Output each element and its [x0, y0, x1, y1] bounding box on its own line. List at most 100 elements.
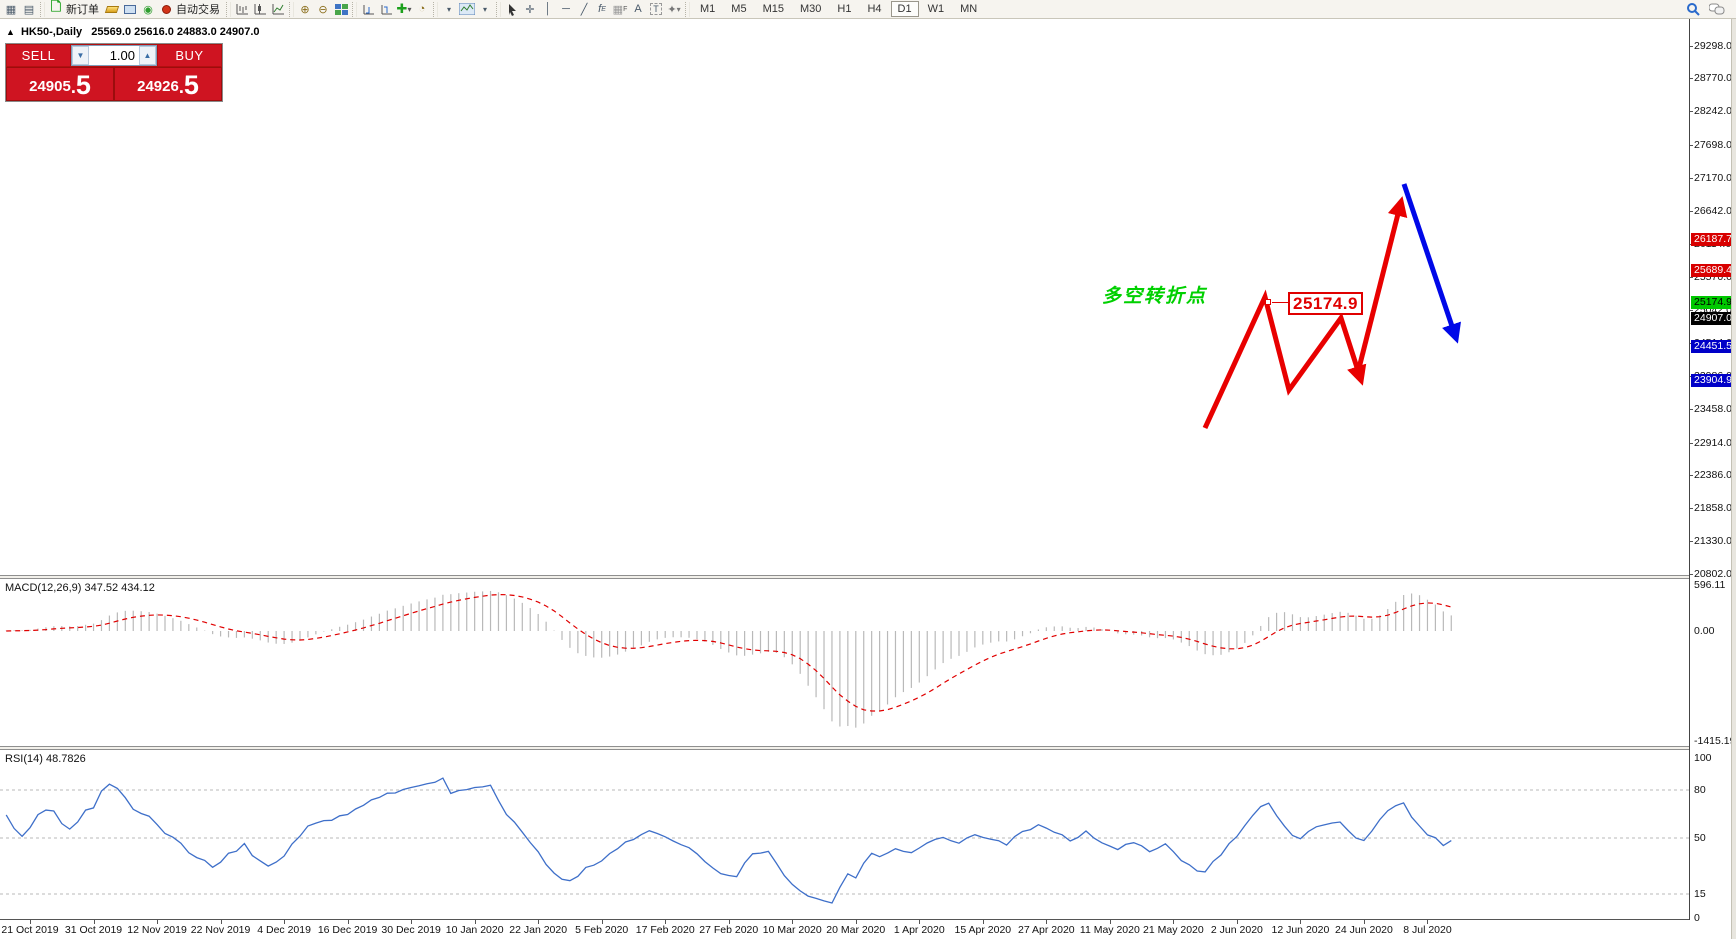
candle — [1083, 334, 1090, 350]
rsi-panel[interactable] — [0, 750, 1690, 919]
trendline-tool-icon[interactable]: ╱ — [575, 1, 593, 17]
terminal-icon[interactable] — [121, 1, 139, 17]
autotrade-button[interactable]: 自动交易 — [176, 1, 220, 17]
clock-icon[interactable]: ◔ — [413, 1, 431, 17]
candle — [201, 213, 208, 219]
candle — [416, 107, 423, 115]
zoom-in-icon[interactable]: ⊕ — [296, 1, 314, 17]
add-indicator-icon[interactable]: ✚ ▾ — [395, 1, 413, 17]
fibonacci-tool-icon[interactable]: fE — [593, 1, 611, 17]
candle — [749, 212, 756, 227]
new-chart-icon[interactable]: ▦ — [2, 1, 20, 17]
date-label: 10 Mar 2020 — [762, 924, 822, 936]
template-dropdown-icon[interactable]: ▾ — [476, 1, 494, 17]
timeframe-button-M5[interactable]: M5 — [724, 1, 753, 17]
profiles-icon[interactable]: ▤ — [20, 1, 38, 17]
timeframe-button-M30[interactable]: M30 — [793, 1, 828, 17]
candle — [574, 219, 581, 227]
price-axis[interactable]: 29298.0 28770.0 28242.0 27698.0 27170.0 26642… — [1690, 19, 1736, 924]
price-tick-label: 21330.0 — [1694, 535, 1732, 548]
timeframe-button-W1[interactable]: W1 — [921, 1, 952, 17]
search-icon[interactable] — [1684, 1, 1702, 17]
green-support-bar[interactable] — [1372, 296, 1497, 307]
window-scrollbar-strip[interactable] — [1731, 19, 1736, 939]
candle — [979, 346, 986, 355]
candle — [185, 194, 192, 208]
price-tickmark — [1690, 442, 1693, 444]
price-callout-box[interactable]: 25174.9 — [1288, 292, 1363, 315]
chat-icon[interactable] — [1708, 1, 1726, 17]
timeframe-button-D1[interactable]: D1 — [890, 1, 919, 17]
candle — [1225, 395, 1232, 416]
candle — [844, 439, 851, 475]
rsi-tick-label: 50 — [1694, 832, 1706, 844]
volume-increase-button[interactable]: ▲ — [139, 46, 156, 65]
indicators-dropdown-icon[interactable]: ▾ — [440, 1, 458, 17]
sell-price-main: 24905 — [29, 78, 71, 95]
candle — [884, 399, 891, 414]
macd-panel[interactable] — [0, 579, 1690, 746]
price-tickmark — [1690, 508, 1693, 510]
macd-tick-label: 596.11 — [1694, 578, 1726, 591]
date-label: 2 Jun 2020 — [1210, 924, 1263, 936]
timeframe-button-H4[interactable]: H4 — [860, 1, 888, 17]
candle — [1154, 375, 1161, 382]
buy-price-frac: 5 — [183, 70, 199, 100]
turning-point-annotation[interactable]: 多空转折点 — [1102, 281, 1207, 308]
zoom-out-icon[interactable]: ⊖ — [314, 1, 332, 17]
timeframe-button-H1[interactable]: H1 — [830, 1, 858, 17]
candle — [1210, 424, 1217, 441]
rsi-tick-label: 15 — [1694, 888, 1706, 900]
hline-tool-icon[interactable]: ─ — [557, 1, 575, 17]
timeframe-button-M1[interactable]: M1 — [693, 1, 722, 17]
line-chart-icon[interactable] — [269, 1, 287, 17]
date-label: 20 Mar 2020 — [826, 924, 886, 936]
candle — [1424, 268, 1431, 298]
volume-input[interactable]: 1.00 — [89, 46, 139, 65]
candle — [781, 234, 788, 273]
grid-tool-icon[interactable]: ▦ F — [611, 1, 629, 17]
template-icon[interactable] — [458, 1, 476, 17]
timeframe-button-MN[interactable]: MN — [953, 1, 984, 17]
volume-decrease-button[interactable]: ▼ — [72, 46, 89, 65]
candlestick-icon[interactable] — [251, 1, 269, 17]
vline-tool-icon[interactable]: │ — [539, 1, 557, 17]
candle — [1321, 315, 1328, 323]
panel-splitter-macd[interactable] — [0, 575, 1690, 579]
panel-splitter-rsi[interactable] — [0, 746, 1690, 750]
price-tickmark — [1690, 45, 1693, 47]
candle — [265, 231, 272, 242]
sell-button[interactable]: SELL — [7, 45, 70, 66]
candle — [852, 439, 859, 472]
candle — [519, 94, 526, 109]
bar-chart-icon[interactable] — [233, 1, 251, 17]
text-tool-icon[interactable]: A — [629, 1, 647, 17]
autotrade-icon[interactable] — [157, 1, 175, 17]
candle — [940, 352, 947, 361]
new-order-icon[interactable]: 🗋 — [47, 0, 65, 17]
crosshair-icon[interactable]: ✛ — [521, 1, 539, 17]
price-tick-label: 22386.0 — [1694, 469, 1732, 482]
date-axis[interactable]: 21 Oct 2019 31 Oct 2019 12 Nov 2019 22 Nov … — [0, 920, 1690, 939]
label-tool-icon[interactable]: T — [647, 1, 665, 17]
buy-button[interactable]: BUY — [158, 45, 221, 66]
signals-icon[interactable]: ◉ — [139, 1, 157, 17]
one-click-trading-panel: SELL ▼ 1.00 ▲ BUY 24905. 5 24926. 5 — [5, 43, 223, 102]
candle — [1281, 299, 1288, 326]
cursor-icon[interactable] — [503, 1, 521, 17]
candle — [439, 76, 446, 97]
candle — [503, 72, 510, 88]
horizontal-level-lines[interactable] — [0, 238, 1690, 384]
gold-bar-icon[interactable] — [103, 1, 121, 17]
timeframe-button-M15[interactable]: M15 — [756, 1, 791, 17]
candle — [479, 66, 486, 71]
candle — [1067, 342, 1074, 357]
buy-price-button[interactable]: 24926. 5 — [115, 68, 221, 100]
tile-windows-icon[interactable] — [332, 1, 350, 17]
sell-price-button[interactable]: 24905. 5 — [7, 68, 113, 100]
indicator-window2-icon[interactable] — [377, 1, 395, 17]
indicator-window-icon[interactable] — [359, 1, 377, 17]
candle — [1011, 353, 1018, 376]
shapes-tool-icon[interactable]: ✦ ▾ — [665, 1, 683, 17]
new-order-button[interactable]: 新订单 — [66, 1, 99, 17]
